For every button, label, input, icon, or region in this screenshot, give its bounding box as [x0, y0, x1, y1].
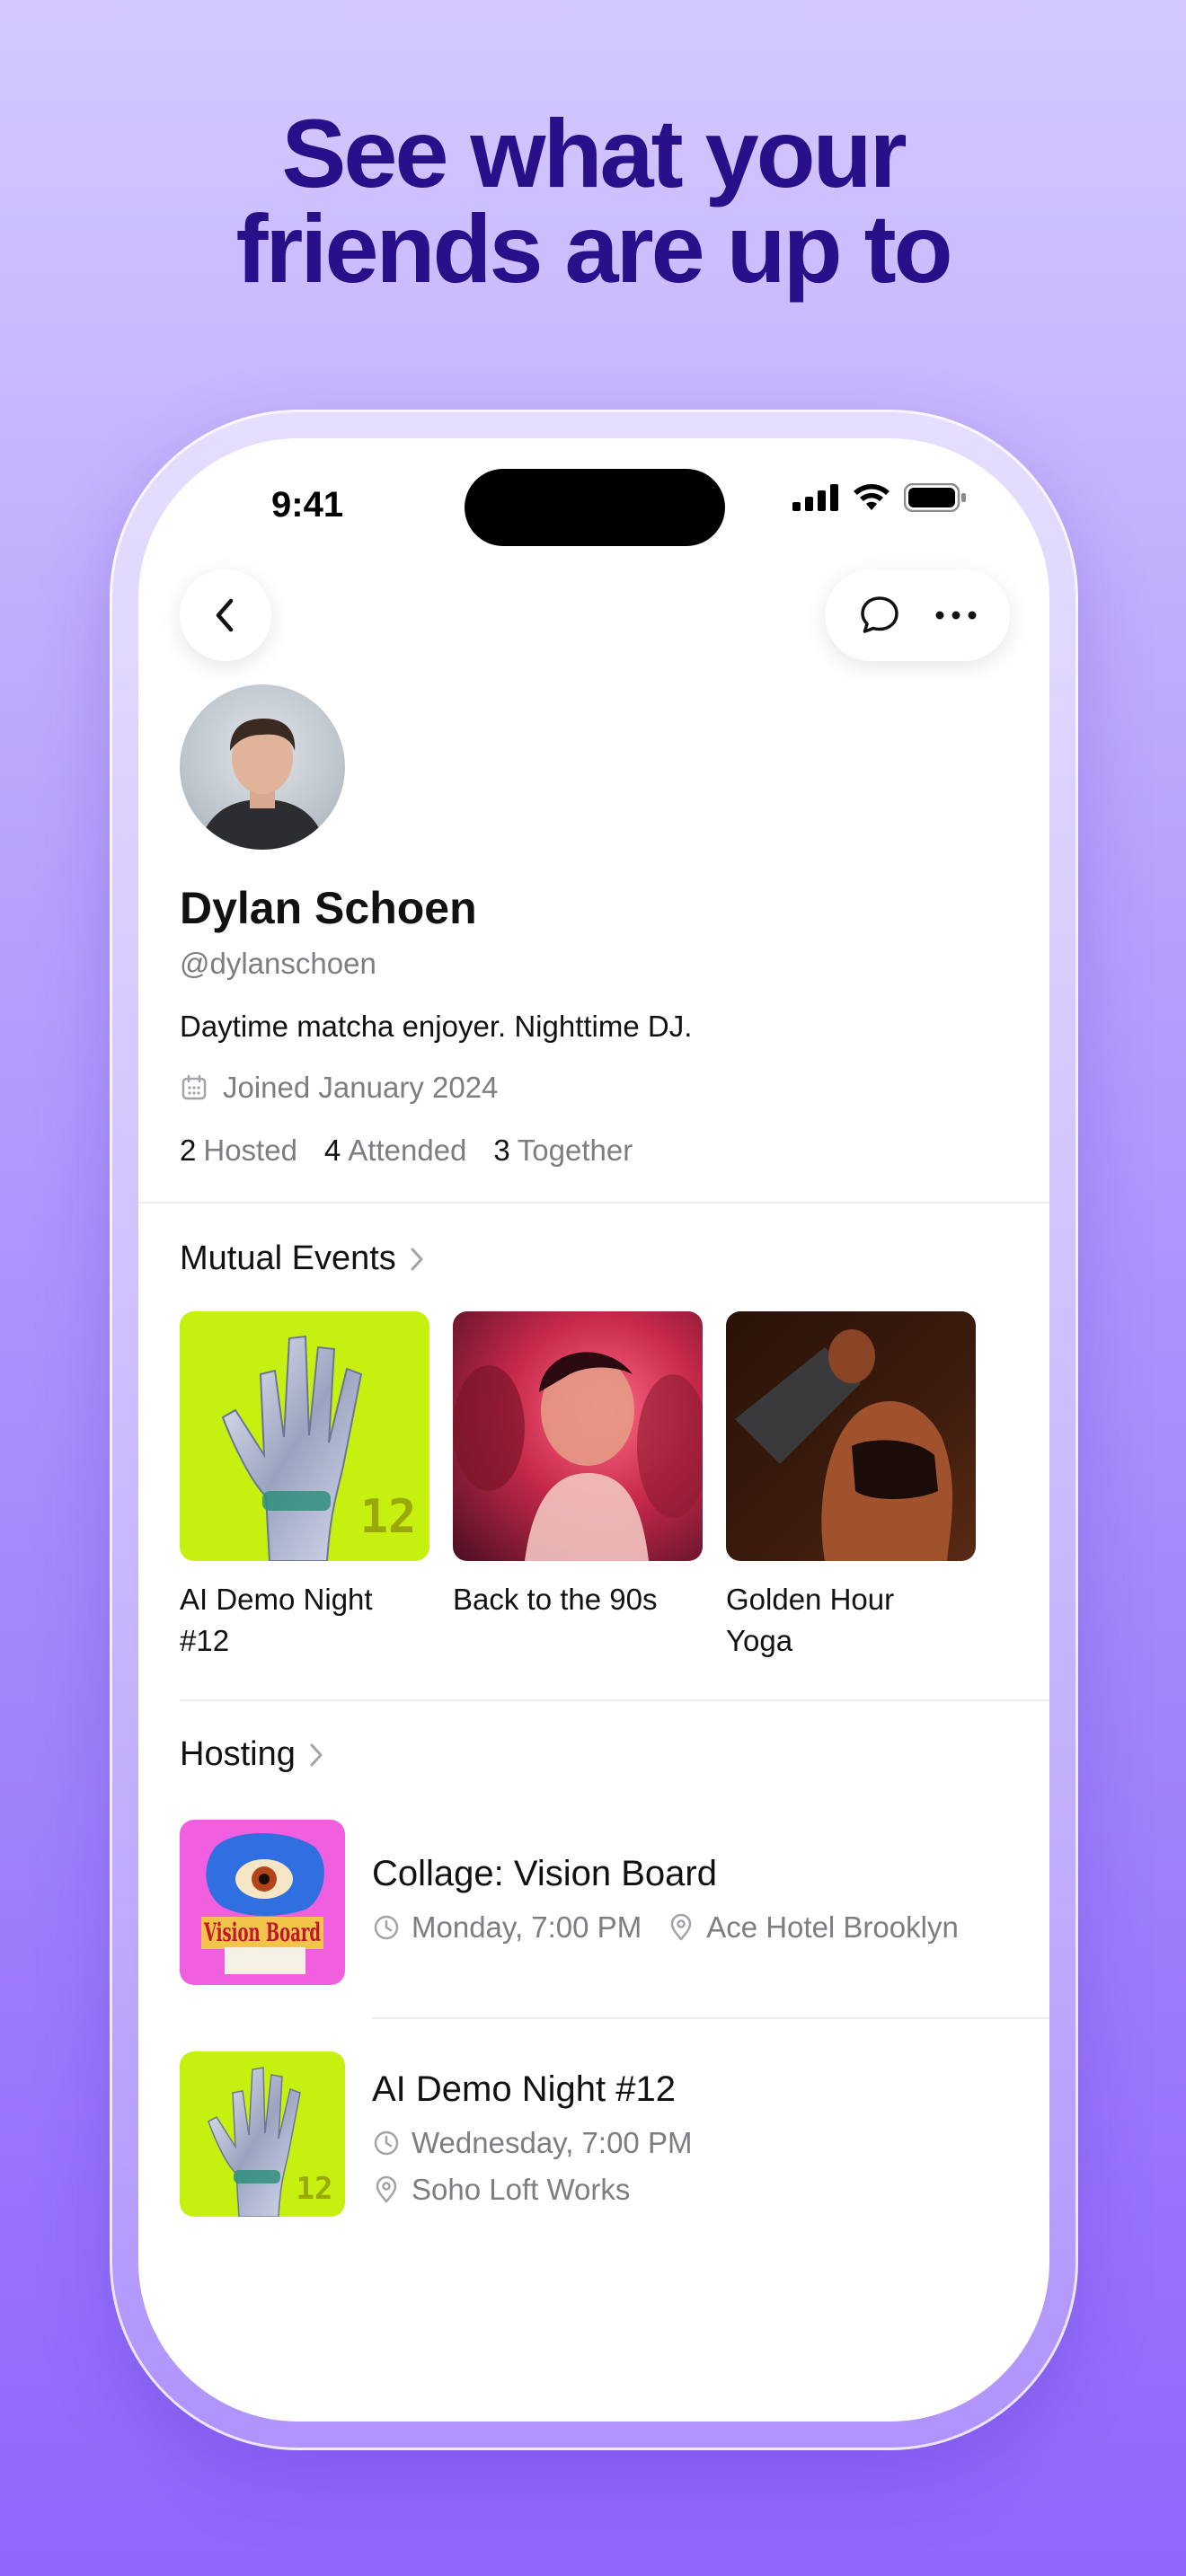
stat-count: 3 — [493, 1134, 510, 1167]
stat-label: Attended — [348, 1134, 467, 1167]
event-title: AI Demo Night #12 — [372, 2069, 676, 2109]
event-label: Back to the 90s — [453, 1583, 658, 1616]
avatar-photo — [198, 719, 327, 850]
event-label: AI Demo Night #12 — [180, 1583, 373, 1657]
hosting-header[interactable]: Hosting — [180, 1735, 324, 1774]
hosted-event-info: Collage: Vision Board Monday, 7:00 PM Ac… — [372, 1820, 959, 1985]
event-location-row: Soho Loft Works — [372, 2173, 692, 2207]
robot-hand-image: 12 — [221, 1335, 417, 1561]
back-button[interactable] — [180, 569, 271, 661]
mutual-events-header[interactable]: Mutual Events — [180, 1239, 425, 1278]
cellular-signal-icon — [792, 484, 838, 511]
phone-screen: 9:41 Dylan Schoen @dylanschoen Daytime m… — [138, 438, 1049, 2422]
section-title: Mutual Events — [180, 1239, 396, 1277]
event-card[interactable]: Back to the 90s — [453, 1311, 703, 1620]
event-thumb-text: Vision Board — [203, 1918, 321, 1947]
status-icons — [792, 483, 967, 512]
divider — [372, 2017, 1049, 2019]
wifi-icon — [854, 484, 890, 510]
event-location: Ace Hotel Brooklyn — [706, 1910, 959, 1944]
headline-line-2: friends are up to — [235, 194, 952, 303]
avatar — [180, 684, 345, 850]
event-thumb-badge: 12 — [296, 2171, 333, 2207]
hosted-event-row[interactable]: Vision Board Collage: Vision Board Monda… — [180, 1820, 1015, 1985]
vision-board-image: Vision Board — [201, 1833, 324, 1974]
stat-label: Together — [517, 1134, 633, 1167]
stat-label: Hosted — [203, 1134, 297, 1167]
event-time-row: Wednesday, 7:00 PM — [372, 2126, 692, 2160]
stat-hosted[interactable]: 2 Hosted — [180, 1134, 297, 1168]
clock-icon — [374, 2130, 399, 2156]
location-pin-icon — [670, 1913, 692, 1941]
event-label: Golden Hour Yoga — [726, 1583, 895, 1657]
event-title: Collage: Vision Board — [372, 1854, 717, 1893]
clock-icon — [374, 1915, 399, 1940]
divider — [138, 1202, 1049, 1204]
calendar-icon — [181, 1074, 207, 1100]
profile-handle: @dylanschoen — [180, 947, 376, 980]
event-meta: Monday, 7:00 PM Ace Hotel Brooklyn — [372, 1910, 959, 1945]
event-thumbnail — [726, 1311, 976, 1561]
section-title: Hosting — [180, 1735, 296, 1773]
event-thumb-badge: 12 — [360, 1490, 417, 1544]
hosted-event-row[interactable]: 12 AI Demo Night #12 Wednesday, 7:00 PM … — [180, 2051, 1015, 2217]
chevron-right-icon — [411, 1248, 423, 1270]
more-options-icon[interactable] — [934, 606, 978, 624]
robot-hand-image: 12 — [208, 2067, 333, 2217]
stat-count: 2 — [180, 1134, 197, 1167]
profile-bio: Daytime matcha enjoyer. Nighttime DJ. — [180, 1010, 693, 1043]
headline: See what your friends are up to — [0, 99, 1186, 303]
event-thumbnail — [453, 1311, 703, 1561]
event-card[interactable]: Golden Hour Yoga — [726, 1311, 976, 1662]
event-time: Wednesday, 7:00 PM — [412, 2126, 693, 2159]
joined-row: Joined January 2024 — [180, 1071, 498, 1105]
yoga-photo — [735, 1329, 953, 1561]
chevron-right-icon — [310, 1743, 323, 1766]
stat-together[interactable]: 3 Together — [493, 1134, 633, 1168]
headline-line-1: See what your — [281, 99, 907, 207]
event-thumbnail: 12 — [180, 1311, 429, 1561]
joined-date: Joined January 2024 — [223, 1071, 499, 1104]
hosted-event-info: AI Demo Night #12 Wednesday, 7:00 PM Soh… — [372, 2051, 692, 2217]
stat-count: 4 — [323, 1134, 341, 1167]
battery-icon — [904, 483, 966, 512]
profile-stats: 2 Hosted 4 Attended 3 Together — [180, 1134, 633, 1168]
event-card[interactable]: 12 AI Demo Night #12 — [180, 1311, 429, 1662]
profile-actions — [825, 569, 1010, 661]
divider — [180, 1699, 1049, 1701]
event-thumbnail: 12 — [180, 2051, 345, 2217]
party-photo — [453, 1352, 703, 1561]
event-location: Soho Loft Works — [412, 2173, 631, 2206]
status-time: 9:41 — [271, 485, 344, 525]
stat-attended[interactable]: 4 Attended — [324, 1134, 466, 1168]
event-time: Monday, 7:00 PM — [412, 1910, 642, 1944]
profile-name: Dylan Schoen — [180, 883, 477, 933]
dynamic-island — [465, 469, 725, 546]
event-thumbnail: Vision Board — [180, 1820, 345, 1985]
chevron-left-icon — [216, 598, 234, 632]
message-icon[interactable] — [857, 593, 902, 638]
location-pin-icon — [376, 2175, 397, 2203]
